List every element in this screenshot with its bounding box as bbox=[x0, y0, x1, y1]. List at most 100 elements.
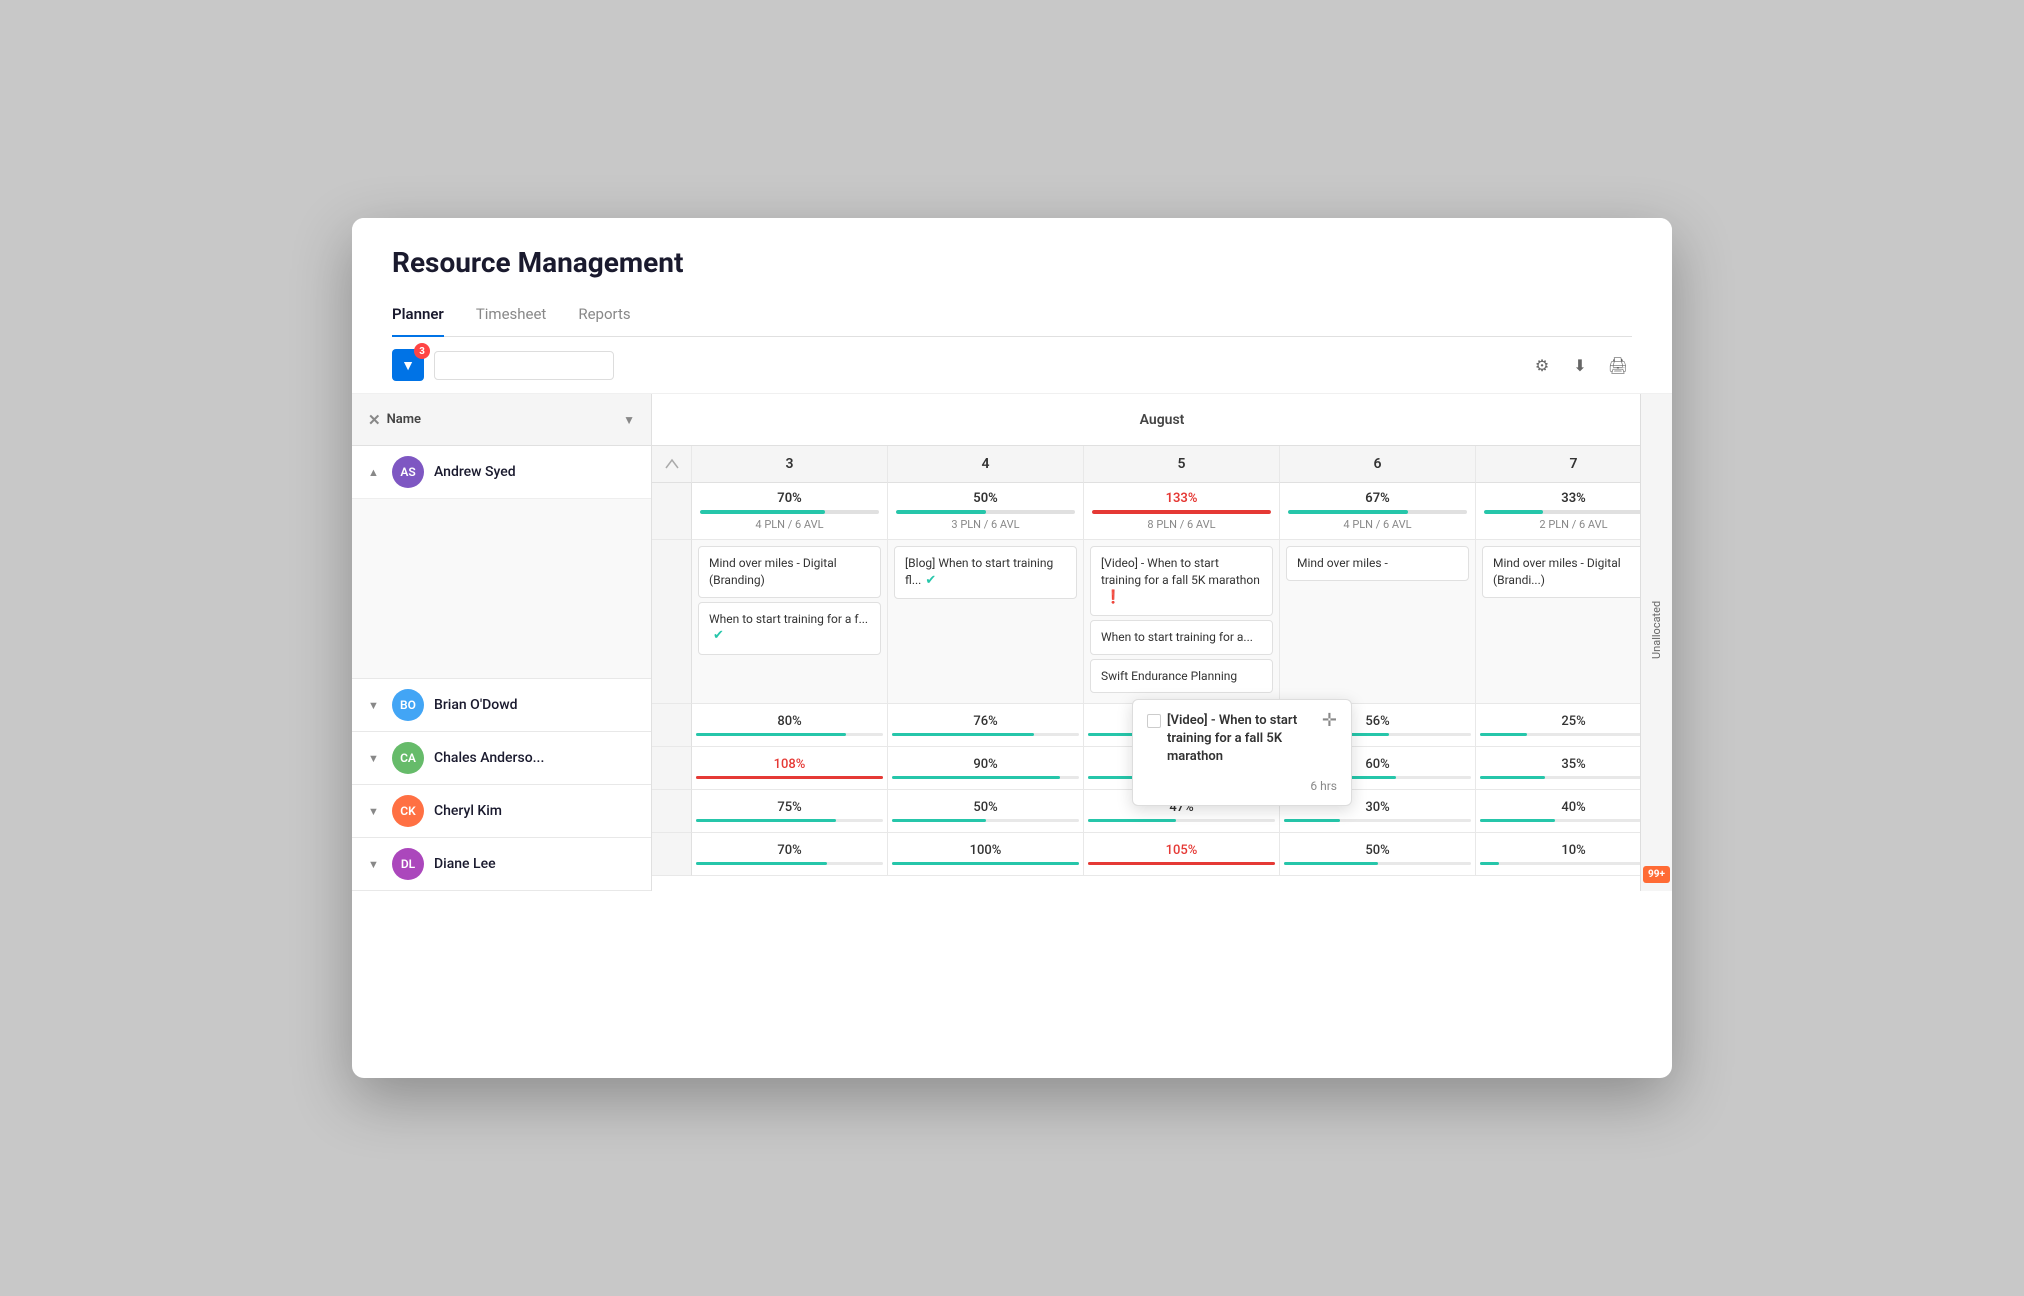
cheryl-pct-4: 50% bbox=[892, 800, 1079, 815]
day-header-6: 6 bbox=[1280, 446, 1476, 483]
andrew-tasks-side bbox=[652, 540, 692, 704]
day-header-4: 4 bbox=[888, 446, 1084, 483]
cheryl-3: 75% bbox=[692, 790, 888, 833]
page-title: Resource Management bbox=[392, 246, 1632, 279]
task-when-to-start-3[interactable]: When to start training for a f...✔ bbox=[698, 602, 881, 655]
name-column-header: ✕ Name ▼ bbox=[352, 394, 651, 446]
andrew-usage-4: 50% 3 PLN / 6 AVL bbox=[888, 483, 1084, 540]
andrew-plan-5: 8 PLN / 6 AVL bbox=[1092, 518, 1271, 531]
brian-pct-7: 25% bbox=[1480, 714, 1667, 729]
name-column-label: Name bbox=[387, 412, 618, 427]
diane-main-row[interactable]: ▼ DL Diane Lee bbox=[352, 838, 651, 890]
chales-pct-4: 90% bbox=[892, 757, 1079, 772]
tab-planner[interactable]: Planner bbox=[392, 297, 444, 337]
chales-expand-icon[interactable]: ▼ bbox=[368, 752, 382, 765]
brian-4: 76% bbox=[888, 704, 1084, 747]
andrew-name: Andrew Syed bbox=[434, 464, 516, 480]
cheryl-pct-7: 40% bbox=[1480, 800, 1667, 815]
diane-expand-icon[interactable]: ▼ bbox=[368, 858, 382, 871]
cheryl-side bbox=[652, 790, 692, 833]
andrew-tasks-3: Mind over miles - Digital (Branding) Whe… bbox=[692, 540, 888, 704]
diane-pct-7: 10% bbox=[1480, 843, 1667, 858]
unallocated-badge: 99+ bbox=[1643, 866, 1670, 883]
diane-pct-3: 70% bbox=[696, 843, 883, 858]
task-mind-miles-7[interactable]: Mind over miles - Digital (Brandi...) bbox=[1482, 546, 1665, 598]
andrew-tasks-5: [Video] - When to start training for a f… bbox=[1084, 540, 1280, 704]
diane-3: 70% bbox=[692, 833, 888, 876]
person-row-chales: ▼ CA Chales Anderso... bbox=[352, 732, 651, 785]
search-input[interactable] bbox=[434, 351, 614, 380]
task-tooltip: [Video] - When to start training for a f… bbox=[1132, 699, 1352, 806]
task-mind-miles-6[interactable]: Mind over miles - bbox=[1286, 546, 1469, 581]
download-icon[interactable]: ⬇ bbox=[1566, 351, 1594, 379]
diane-avatar: DL bbox=[392, 848, 424, 880]
chales-avatar: CA bbox=[392, 742, 424, 774]
andrew-pct-5: 133% bbox=[1092, 491, 1271, 506]
cheryl-expand-icon[interactable]: ▼ bbox=[368, 805, 382, 818]
sort-icon[interactable]: ▼ bbox=[623, 413, 635, 427]
task-swift-5[interactable]: Swift Endurance Planning bbox=[1090, 659, 1273, 694]
data-grid: August 3 4 5 6 7 70% bbox=[652, 394, 1672, 891]
person-row-brian: ▼ BO Brian O'Dowd bbox=[352, 679, 651, 732]
andrew-tasks-4: [Blog] When to start training fl...✔ bbox=[888, 540, 1084, 704]
andrew-pct-7: 33% bbox=[1484, 491, 1663, 506]
chales-main-row[interactable]: ▼ CA Chales Anderso... bbox=[352, 732, 651, 784]
toolbar: ▼ 3 ⚙ ⬇ 🖨 bbox=[352, 337, 1672, 394]
andrew-main-row[interactable]: ▲ AS Andrew Syed bbox=[352, 446, 651, 498]
brian-avatar: BO bbox=[392, 689, 424, 721]
cheryl-name: Cheryl Kim bbox=[434, 803, 502, 819]
tab-reports[interactable]: Reports bbox=[578, 297, 630, 337]
filter-icon: ▼ bbox=[401, 357, 415, 373]
chales-4: 90% bbox=[888, 747, 1084, 790]
person-row-andrew: ▲ AS Andrew Syed bbox=[352, 446, 651, 679]
tab-timesheet[interactable]: Timesheet bbox=[476, 297, 547, 337]
diane-side bbox=[652, 833, 692, 876]
app-header: Resource Management Planner Timesheet Re… bbox=[352, 218, 1672, 337]
cheryl-pct-3: 75% bbox=[696, 800, 883, 815]
day-header-3: 3 bbox=[692, 446, 888, 483]
cheryl-avatar: CK bbox=[392, 795, 424, 827]
brian-3: 80% bbox=[692, 704, 888, 747]
brian-main-row[interactable]: ▼ BO Brian O'Dowd bbox=[352, 679, 651, 731]
andrew-plan-6: 4 PLN / 6 AVL bbox=[1288, 518, 1467, 531]
andrew-usage-5: 133% 8 PLN / 6 AVL bbox=[1084, 483, 1280, 540]
day-grid: 3 4 5 6 7 70% 4 PLN / 6 AVL 50% 3 PLN / … bbox=[652, 446, 1672, 876]
settings-icon[interactable]: ⚙ bbox=[1528, 351, 1556, 379]
diane-pct-4: 100% bbox=[892, 843, 1079, 858]
filter-button[interactable]: ▼ 3 bbox=[392, 349, 424, 381]
diane-5: 105% bbox=[1084, 833, 1280, 876]
diane-6: 50% bbox=[1280, 833, 1476, 876]
chales-side bbox=[652, 747, 692, 790]
brian-side bbox=[652, 704, 692, 747]
andrew-pct-4: 50% bbox=[896, 491, 1075, 506]
clear-icon[interactable]: ✕ bbox=[368, 411, 381, 429]
cheryl-main-row[interactable]: ▼ CK Cheryl Kim bbox=[352, 785, 651, 837]
task-video-5[interactable]: [Video] - When to start training for a f… bbox=[1090, 546, 1273, 616]
andrew-plan-7: 2 PLN / 6 AVL bbox=[1484, 518, 1663, 531]
andrew-usage-3: 70% 4 PLN / 6 AVL bbox=[692, 483, 888, 540]
name-column: ✕ Name ▼ ▲ AS Andrew Syed ▼ BO Bria bbox=[352, 394, 652, 891]
andrew-pct-6: 67% bbox=[1288, 491, 1467, 506]
unallocated-label: Unallocated bbox=[1650, 394, 1663, 866]
diane-4: 100% bbox=[888, 833, 1084, 876]
andrew-expand-icon[interactable]: ▲ bbox=[368, 466, 382, 479]
month-header: August bbox=[652, 394, 1672, 446]
brian-name: Brian O'Dowd bbox=[434, 697, 518, 713]
brian-expand-icon[interactable]: ▼ bbox=[368, 699, 382, 712]
andrew-plan-4: 3 PLN / 6 AVL bbox=[896, 518, 1075, 531]
diane-name: Diane Lee bbox=[434, 856, 496, 872]
chales-pct-3: 108% bbox=[696, 757, 883, 772]
corner-cell bbox=[652, 446, 692, 483]
brian-pct-4: 76% bbox=[892, 714, 1079, 729]
unallocated-sidebar[interactable]: Unallocated 99+ bbox=[1640, 394, 1672, 891]
andrew-tasks-6: Mind over miles - bbox=[1280, 540, 1476, 704]
andrew-pct-3: 70% bbox=[700, 491, 879, 506]
brian-pct-3: 80% bbox=[696, 714, 883, 729]
andrew-plan-3: 4 PLN / 6 AVL bbox=[700, 518, 879, 531]
task-blog-when-4[interactable]: [Blog] When to start training fl...✔ bbox=[894, 546, 1077, 599]
chales-pct-7: 35% bbox=[1480, 757, 1667, 772]
task-mind-over-miles-3[interactable]: Mind over miles - Digital (Branding) bbox=[698, 546, 881, 598]
app-window: Resource Management Planner Timesheet Re… bbox=[352, 218, 1672, 1078]
print-icon[interactable]: 🖨 bbox=[1604, 351, 1632, 379]
task-when-start-5[interactable]: When to start training for a... bbox=[1090, 620, 1273, 655]
